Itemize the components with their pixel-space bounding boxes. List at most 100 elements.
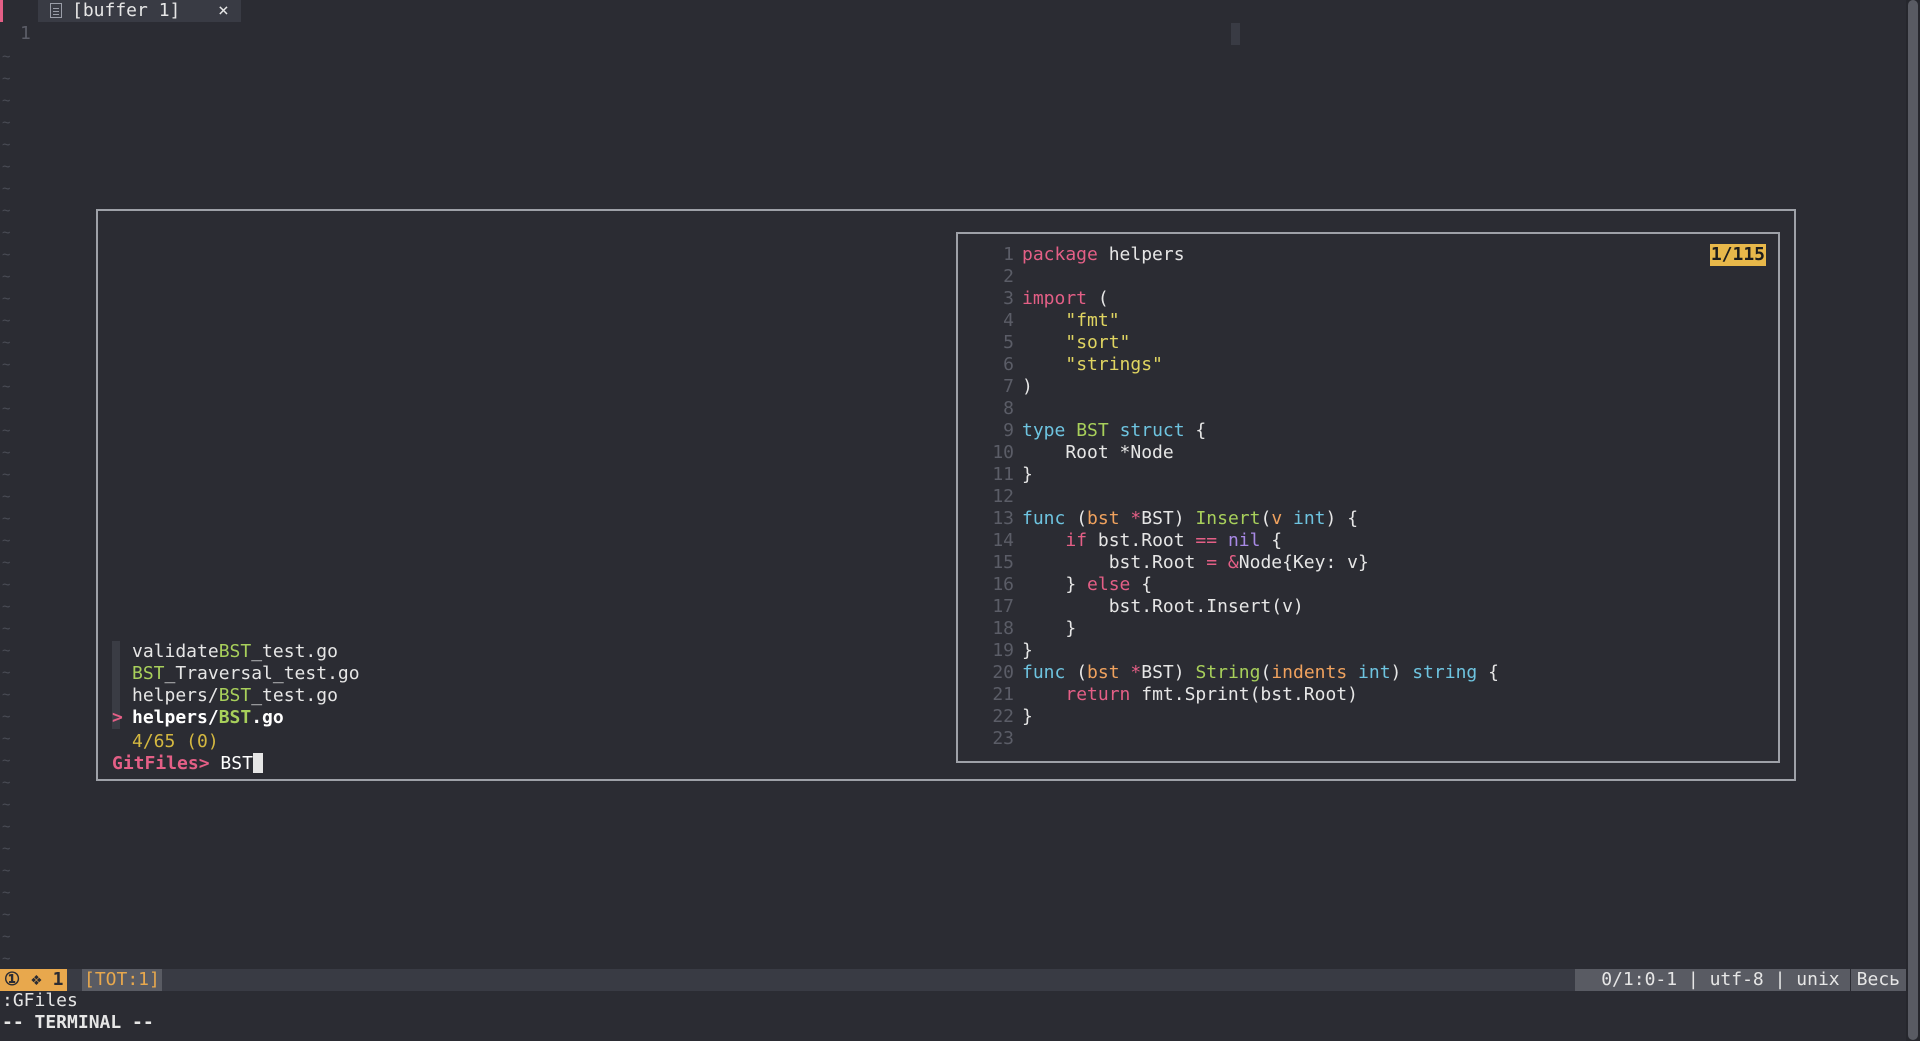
empty-line-tilde: ~	[2, 357, 11, 373]
result-item[interactable]: BST_Traversal_test.go	[112, 663, 932, 685]
code-line: 21 return fmt.Sprint(bst.Root)	[958, 684, 1758, 706]
empty-line-tilde: ~	[2, 775, 11, 791]
prompt-label: GitFiles>	[112, 753, 210, 774]
empty-line-tilde: ~	[2, 929, 11, 945]
preview-code: 1 package helpers 2 3 import (4 "fmt" 5 "sort…	[958, 244, 1758, 750]
match-highlight: BST	[132, 663, 165, 684]
match-highlight: BST	[218, 641, 252, 662]
code-line: 12	[958, 486, 1758, 508]
code-line-number: 18	[992, 618, 1014, 639]
empty-line-tilde: ~	[2, 709, 11, 725]
code-line: 3 import (	[958, 288, 1758, 310]
status-file-info: 0/1:0-1 | utf-8 | unix	[1575, 969, 1850, 991]
code-line: 17 bst.Root.Insert(v)	[958, 596, 1758, 618]
empty-line-tilde: ~	[2, 225, 11, 241]
code-text: }	[1022, 618, 1077, 639]
code-line-number: 10	[992, 442, 1014, 463]
code-line-number: 23	[992, 728, 1014, 749]
result-gutter	[112, 685, 120, 707]
tab-marker	[0, 0, 3, 22]
empty-line-tilde: ~	[2, 445, 11, 461]
empty-line-tilde: ~	[2, 467, 11, 483]
empty-line-tilde: ~	[2, 93, 11, 109]
buffer-tab[interactable]: [buffer 1] ×	[38, 0, 241, 22]
scrollbar[interactable]	[1906, 0, 1920, 1041]
code-text: package helpers	[1022, 244, 1185, 265]
file-icon	[50, 3, 62, 18]
code-line-number: 5	[1003, 332, 1014, 353]
match-highlight: BST	[218, 685, 252, 706]
code-line-number: 14	[992, 530, 1014, 551]
empty-line-tilde: ~	[2, 533, 11, 549]
code-line-number: 17	[992, 596, 1014, 617]
code-text: type BST struct {	[1022, 420, 1207, 441]
code-line: 6 "strings"	[958, 354, 1758, 376]
result-item[interactable]: validateBST_test.go	[112, 641, 932, 663]
code-line: 9 type BST struct {	[958, 420, 1758, 442]
code-line-number: 16	[992, 574, 1014, 595]
result-path: helpers/BST.go	[132, 707, 284, 728]
empty-line-tilde: ~	[2, 489, 11, 505]
code-line: 23	[958, 728, 1758, 750]
code-line-number: 21	[992, 684, 1014, 705]
code-text: }	[1022, 706, 1033, 727]
fzf-popup: validateBST_test.go BST_Traversal_test.go…	[96, 209, 1796, 781]
code-text: )	[1022, 376, 1033, 397]
line-number: 1	[20, 23, 31, 44]
code-line-number: 20	[992, 662, 1014, 683]
code-line: 8	[958, 398, 1758, 420]
search-input[interactable]: BST	[220, 753, 253, 774]
code-line: 13 func (bst *BST) Insert(v int) {	[958, 508, 1758, 530]
code-line: 22}	[958, 706, 1758, 728]
empty-line-tilde: ~	[2, 71, 11, 87]
code-line-number: 15	[992, 552, 1014, 573]
result-path: BST_Traversal_test.go	[132, 663, 360, 684]
empty-line-tilde: ~	[2, 115, 11, 131]
tilde-gutter: ~ ~ ~ ~ ~ ~ ~ ~ ~ ~ ~ ~ ~ ~ ~ ~ ~ ~ ~ ~ ~ ~ ~ ~ ~ ~ ~ ~ ~ ~ ~ ~ ~ ~ ~ ~ ~ ~ ~ ~…	[2, 46, 10, 970]
code-line-number: 8	[1003, 398, 1014, 419]
code-text: bst.Root = &Node{Key: v}	[1022, 552, 1369, 573]
empty-line-tilde: ~	[2, 203, 11, 219]
preview-pane[interactable]: 1/115 1 package helpers 2 3 import (4 "fmt" 5…	[956, 232, 1780, 763]
code-text: bst.Root.Insert(v)	[1022, 596, 1304, 617]
code-line-number: 13	[992, 508, 1014, 529]
code-line-number: 3	[1003, 288, 1014, 309]
code-line-number: 2	[1003, 266, 1014, 287]
code-line: 19}	[958, 640, 1758, 662]
code-line: 15 bst.Root = &Node{Key: v}	[958, 552, 1758, 574]
code-line: 10 Root *Node	[958, 442, 1758, 464]
empty-line-tilde: ~	[2, 885, 11, 901]
result-item[interactable]: helpers/BST_test.go	[112, 685, 932, 707]
scrollbar-thumb[interactable]	[1908, 0, 1918, 1040]
code-text: }	[1022, 464, 1033, 485]
search-prompt[interactable]: GitFiles> BST	[112, 753, 263, 775]
code-text: return fmt.Sprint(bst.Root)	[1065, 684, 1358, 705]
close-icon[interactable]: ×	[218, 0, 229, 22]
match-highlight: BST	[218, 707, 252, 728]
code-text: if bst.Root == nil {	[1065, 530, 1283, 551]
result-item-selected[interactable]: > helpers/BST.go	[112, 707, 932, 729]
empty-line-tilde: ~	[2, 687, 11, 703]
status-mode: ① ❖ 1	[0, 969, 68, 991]
code-line: 2	[958, 266, 1758, 288]
command-line[interactable]: :GFiles	[2, 990, 78, 1012]
code-text: "fmt"	[1065, 310, 1120, 331]
empty-line-tilde: ~	[2, 951, 11, 967]
tab-label: [buffer 1]	[72, 0, 181, 21]
empty-line-tilde: ~	[2, 797, 11, 813]
code-line-number: 6	[1003, 354, 1014, 375]
code-text: import (	[1022, 288, 1109, 309]
code-line: 4 "fmt"	[958, 310, 1758, 332]
result-path: helpers/BST_test.go	[132, 685, 338, 706]
empty-line-tilde: ~	[2, 907, 11, 923]
empty-line-tilde: ~	[2, 577, 11, 593]
empty-line-tilde: ~	[2, 841, 11, 857]
code-line-number: 22	[992, 706, 1014, 727]
empty-line-tilde: ~	[2, 599, 11, 615]
empty-line-tilde: ~	[2, 819, 11, 835]
code-line: 20 func (bst *BST) String(indents int) st…	[958, 662, 1758, 684]
result-gutter	[112, 663, 120, 685]
status-tot: [TOT:1]	[82, 969, 162, 991]
empty-line-tilde: ~	[2, 621, 11, 637]
empty-line-tilde: ~	[2, 643, 11, 659]
